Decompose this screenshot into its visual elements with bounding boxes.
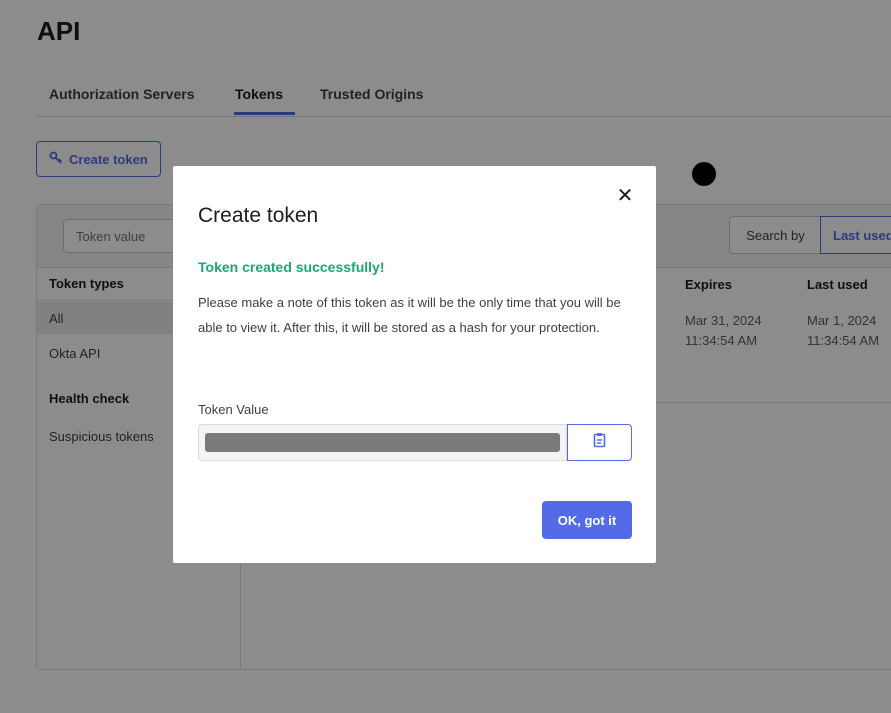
modal-title: Create token [198, 204, 319, 227]
close-icon[interactable]: ✕ [613, 184, 637, 208]
success-message: Token created successfully! [198, 259, 385, 275]
create-token-modal: ✕ Create token Token created successfull… [173, 166, 656, 563]
token-value-field[interactable] [198, 424, 567, 461]
token-value-label: Token Value [198, 402, 269, 417]
token-note: Please make a note of this token as it w… [198, 295, 621, 335]
clipboard-icon [593, 432, 607, 453]
ok-got-it-button[interactable]: OK, got it [542, 501, 632, 539]
copy-token-button[interactable] [567, 424, 632, 461]
token-value-redacted [205, 433, 560, 452]
